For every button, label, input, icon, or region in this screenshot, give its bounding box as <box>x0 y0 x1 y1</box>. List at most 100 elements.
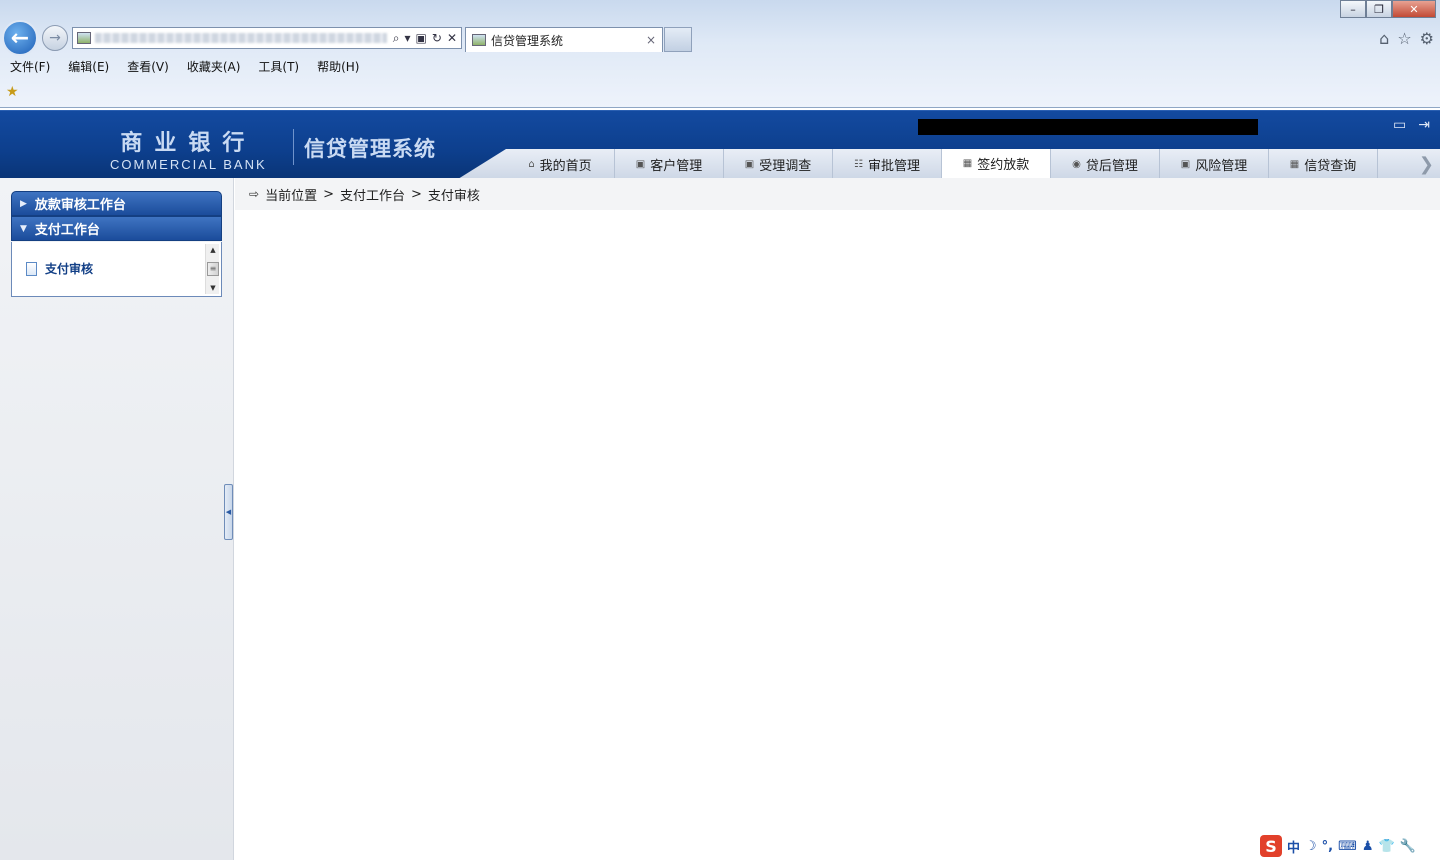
breadcrumb-separator: > <box>411 186 422 202</box>
moon-icon[interactable]: ☽ <box>1305 839 1317 854</box>
tab-favicon <box>472 34 486 46</box>
ime-language[interactable]: 中 <box>1287 837 1300 856</box>
restore-button[interactable]: ❐ <box>1366 0 1392 18</box>
nav-acceptance[interactable]: ▣ 受理调查 <box>724 149 833 179</box>
back-button[interactable]: ← <box>2 20 38 56</box>
sidebar-item-payment-review[interactable]: 支付审核 <box>26 260 93 277</box>
menu-bar: 文件(F) 编辑(E) 查看(V) 收藏夹(A) 工具(T) 帮助(H) <box>0 58 367 76</box>
nav-label: 贷后管理 <box>1085 158 1138 174</box>
breadcrumb-item-current: 支付审核 <box>427 188 480 204</box>
nav-home[interactable]: ⌂ 我的首页 <box>506 149 615 179</box>
query-icon: ▦ <box>1289 158 1300 170</box>
sidebar-group-title: 放款审核工作台 <box>34 198 126 213</box>
menu-view[interactable]: 查看(V) <box>117 58 177 76</box>
scroll-down-icon[interactable]: ▼ <box>206 282 220 294</box>
approval-icon: ☷ <box>854 158 863 170</box>
sidebar-group-payment[interactable]: ▼ 支付工作台 <box>11 216 222 241</box>
minimize-button[interactable]: – <box>1340 0 1366 18</box>
address-url-blurred[interactable] <box>95 33 387 43</box>
collapsed-arrow-icon: ▶ <box>20 198 27 209</box>
nav-post-loan[interactable]: ◉ 贷后管理 <box>1051 149 1160 179</box>
refresh-icon[interactable]: ↻ <box>432 31 442 46</box>
screen-icon[interactable]: ▭ <box>1393 117 1406 133</box>
sidebar-collapse-handle[interactable]: ◀ <box>224 484 233 540</box>
sidebar-group-body: 支付审核 ▲ ≡ ▼ <box>11 242 222 297</box>
address-tools: ⌕ ▾ ▣ ↻ ✕ <box>393 31 457 46</box>
browser-right-icons: ⌂ ☆ ⚙ <box>1379 29 1434 48</box>
address-bar[interactable]: ⌕ ▾ ▣ ↻ ✕ <box>72 27 462 49</box>
signing-icon: ▦ <box>962 158 973 169</box>
new-tab-button[interactable] <box>664 27 692 52</box>
home-icon: ⌂ <box>528 158 535 170</box>
post-loan-icon: ◉ <box>1072 158 1081 170</box>
favorites-icon[interactable]: ☆ <box>1397 29 1411 48</box>
logout-icon[interactable]: ⇥ <box>1418 117 1430 133</box>
sidebar-scrollbar[interactable]: ▲ ≡ ▼ <box>205 244 219 294</box>
nav-label: 风险管理 <box>1195 158 1248 174</box>
stop-icon[interactable]: ✕ <box>447 31 457 46</box>
breadcrumb-separator: > <box>323 186 334 202</box>
close-window-button[interactable]: ✕ <box>1392 0 1436 18</box>
keyboard-icon[interactable]: ⌨ <box>1338 839 1357 854</box>
browser-tab[interactable]: 信贷管理系统 × <box>465 27 663 52</box>
sidebar-group-title: 支付工作台 <box>34 223 100 238</box>
nav-label: 受理调查 <box>759 158 812 174</box>
header-icons: ▭ ⇥ <box>1393 117 1430 133</box>
document-icon <box>26 261 37 276</box>
scroll-thumb[interactable]: ≡ <box>207 262 219 276</box>
bank-name-cn: 商业银行 <box>120 130 257 156</box>
sidebar: ▶ 放款审核工作台 ▼ 支付工作台 支付审核 ▲ ≡ ▼ <box>0 178 234 860</box>
skin-icon[interactable]: 👕 <box>1379 839 1395 854</box>
user-icon[interactable]: ♟ <box>1362 839 1374 854</box>
menu-file[interactable]: 文件(F) <box>0 58 58 76</box>
expanded-arrow-icon: ▼ <box>20 223 27 234</box>
main-nav: ⌂ 我的首页 ▣ 客户管理 ▣ 受理调查 ☷ 审批管理 ▦ 签约放款 ◉ 贷后管理 ▣ 风险管… <box>458 149 1440 179</box>
window-controls: – ❐ ✕ <box>1340 0 1436 18</box>
ime-toolbar: S 中 ☽ °, ⌨ ♟ 👕 🔧 <box>1256 834 1420 858</box>
breadcrumb: ⇨ 当前位置 > 支付工作台 > 支付审核 <box>235 178 1440 210</box>
breadcrumb-item[interactable]: 支付工作台 <box>340 185 405 204</box>
main-nav-items: ⌂ 我的首页 ▣ 客户管理 ▣ 受理调查 ☷ 审批管理 ▦ 签约放款 ◉ 贷后管理 ▣ 风险管… <box>506 149 1378 179</box>
risk-icon: ▣ <box>1180 158 1191 170</box>
wrench-icon[interactable]: 🔧 <box>1400 839 1416 854</box>
nav-customer[interactable]: ▣ 客户管理 <box>615 149 724 179</box>
home-icon[interactable]: ⌂ <box>1379 29 1389 48</box>
settings-icon[interactable]: ⚙ <box>1420 29 1434 48</box>
punctuation-icon[interactable]: °, <box>1322 839 1333 854</box>
nav-risk[interactable]: ▣ 风险管理 <box>1160 149 1269 179</box>
page-favicon <box>77 32 91 44</box>
app-header: 商业银行 COMMERCIAL BANK 信贷管理系统 ▭ ⇥ ⌂ 我的首页 ▣ 客… <box>0 110 1440 179</box>
main-content <box>235 210 1438 858</box>
ime-logo-icon[interactable]: S <box>1260 835 1282 857</box>
breadcrumb-prefix: 当前位置 <box>265 188 318 204</box>
location-icon: ⇨ <box>249 187 260 201</box>
menu-edit[interactable]: 编辑(E) <box>58 58 117 76</box>
scroll-up-icon[interactable]: ▲ <box>206 244 220 256</box>
tab-title: 信贷管理系统 <box>491 33 564 48</box>
nav-label: 签约放款 <box>977 158 1030 173</box>
bank-name-en: COMMERCIAL BANK <box>110 157 267 172</box>
nav-label: 审批管理 <box>867 158 920 174</box>
nav-credit-query[interactable]: ▦ 信贷查询 <box>1269 149 1378 179</box>
logo-divider <box>293 129 294 165</box>
tab-close-icon[interactable]: × <box>646 33 656 47</box>
customer-icon: ▣ <box>635 158 646 170</box>
nav-approval[interactable]: ☷ 审批管理 <box>833 149 942 179</box>
bank-logo: 商业银行 COMMERCIAL BANK <box>110 125 267 172</box>
nav-signing-loan[interactable]: ▦ 签约放款 <box>942 149 1051 179</box>
compatibility-icon[interactable]: ▣ <box>416 31 427 46</box>
browser-chrome: – ❐ ✕ ← → ⌕ ▾ ▣ ↻ ✕ 信贷管理系统 × ⌂ ☆ ⚙ 文件(F)… <box>0 0 1440 108</box>
sidebar-item-label: 支付审核 <box>45 262 94 276</box>
menu-tools[interactable]: 工具(T) <box>248 58 307 76</box>
nav-more-arrow-icon[interactable]: ❯ <box>1419 154 1434 175</box>
add-favorites-icon[interactable]: ★ <box>6 84 19 100</box>
search-icon[interactable]: ⌕ <box>393 31 400 46</box>
dropdown-icon[interactable]: ▾ <box>405 31 411 46</box>
nav-label: 客户管理 <box>650 158 703 174</box>
forward-button[interactable]: → <box>42 25 68 51</box>
menu-favorites[interactable]: 收藏夹(A) <box>177 58 249 76</box>
acceptance-icon: ▣ <box>744 158 755 170</box>
sidebar-group-loan-review[interactable]: ▶ 放款审核工作台 <box>11 191 222 216</box>
menu-help[interactable]: 帮助(H) <box>307 58 367 76</box>
system-name: 信贷管理系统 <box>304 137 436 161</box>
